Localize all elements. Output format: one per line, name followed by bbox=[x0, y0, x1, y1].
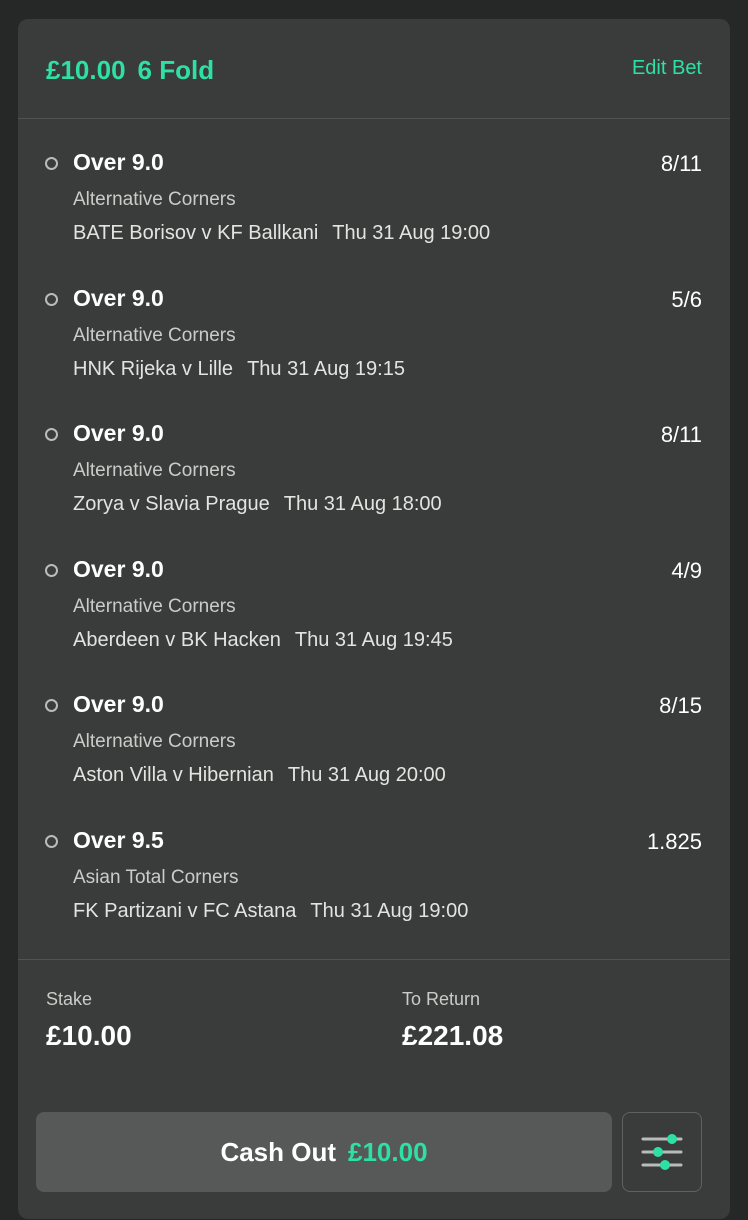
selection-list: Over 9.0 8/11 Alternative Corners BATE B… bbox=[18, 119, 730, 932]
bet-type: 6 Fold bbox=[137, 55, 215, 85]
selection-name: Over 9.0 bbox=[73, 284, 164, 311]
cash-out-button[interactable]: Cash Out £10.00 bbox=[36, 1112, 612, 1192]
selection-name: Over 9.5 bbox=[73, 826, 164, 853]
selection-event: FK Partizani v FC Astana Thu 31 Aug 19:00 bbox=[73, 900, 468, 923]
cash-out-label: Cash Out bbox=[220, 1136, 337, 1167]
selection-event: HNK Rijeka v Lille Thu 31 Aug 19:15 bbox=[73, 358, 405, 381]
selection-item: Over 9.0 8/11 Alternative Corners Zorya … bbox=[18, 390, 730, 526]
bet-stake-amount: £10.00 bbox=[46, 55, 126, 85]
selection-event: Aston Villa v Hibernian Thu 31 Aug 20:00 bbox=[73, 764, 446, 787]
selection-odds: 4/9 bbox=[671, 557, 702, 583]
edit-bet-link[interactable]: Edit Bet bbox=[632, 57, 702, 80]
selection-status-icon bbox=[45, 428, 58, 441]
selection-odds: 5/6 bbox=[671, 286, 702, 312]
bet-summary: Stake £10.00 To Return £221.08 Cash Out £… bbox=[18, 959, 730, 1220]
selection-item: Over 9.0 4/9 Alternative Corners Aberdee… bbox=[18, 526, 730, 662]
event-teams: FK Partizani v FC Astana bbox=[73, 899, 297, 922]
return-label: To Return bbox=[402, 989, 481, 1009]
selection-item: Over 9.0 8/11 Alternative Corners BATE B… bbox=[18, 119, 730, 255]
stake-value: £10.00 bbox=[46, 1020, 132, 1051]
event-teams: Aberdeen v BK Hacken bbox=[73, 628, 281, 651]
sliders-icon bbox=[641, 1134, 683, 1170]
bet-title: £10.00 6 Fold bbox=[46, 55, 214, 86]
selection-market: Alternative Corners bbox=[73, 324, 236, 346]
bet-card: £10.00 6 Fold Edit Bet Over 9.0 8/11 Alte… bbox=[18, 19, 730, 1219]
selection-status-icon bbox=[45, 699, 58, 712]
selection-name: Over 9.0 bbox=[73, 555, 164, 582]
selection-status-icon bbox=[45, 834, 58, 848]
cash-out-settings-button[interactable] bbox=[622, 1112, 702, 1192]
event-teams: HNK Rijeka v Lille bbox=[73, 357, 234, 380]
selection-event: Zorya v Slavia Prague Thu 31 Aug 18:00 bbox=[73, 493, 442, 516]
selection-market: Alternative Corners bbox=[73, 460, 236, 481]
selection-odds: 8/11 bbox=[660, 151, 702, 176]
selection-status-icon bbox=[45, 157, 58, 170]
cash-out-amount: £10.00 bbox=[348, 1136, 428, 1167]
selection-event: Aberdeen v BK Hacken Thu 31 Aug 19:45 bbox=[73, 629, 453, 652]
selection-event: BATE Borisov v KF Ballkani Thu 31 Aug 19:… bbox=[73, 222, 490, 245]
selection-market: Asian Total Corners bbox=[73, 866, 239, 888]
selection-item: Over 9.5 1.825 Asian Total Corners FK Pa… bbox=[18, 797, 730, 933]
event-time: Thu 31 Aug 18:00 bbox=[283, 493, 442, 515]
selection-market: Alternative Corners bbox=[73, 595, 236, 617]
event-teams: Zorya v Slavia Prague bbox=[73, 493, 270, 515]
event-time: Thu 31 Aug 20:00 bbox=[287, 764, 446, 786]
bet-header: £10.00 6 Fold Edit Bet bbox=[18, 19, 730, 119]
stake-label: Stake bbox=[46, 989, 93, 1009]
selection-item: Over 9.0 8/15 Alternative Corners Aston … bbox=[18, 661, 730, 797]
selection-market: Alternative Corners bbox=[73, 731, 236, 752]
selection-status-icon bbox=[45, 292, 58, 306]
event-time: Thu 31 Aug 19:15 bbox=[247, 357, 405, 380]
return-value: £221.08 bbox=[402, 1020, 504, 1051]
selection-name: Over 9.0 bbox=[73, 149, 164, 175]
event-time: Thu 31 Aug 19:00 bbox=[310, 899, 469, 922]
event-time: Thu 31 Aug 19:45 bbox=[294, 628, 453, 651]
event-time: Thu 31 Aug 19:00 bbox=[332, 222, 491, 244]
selection-name: Over 9.0 bbox=[73, 420, 164, 446]
event-teams: BATE Borisov v KF Ballkani bbox=[73, 222, 319, 244]
selection-status-icon bbox=[45, 563, 58, 577]
selection-odds: 1.825 bbox=[646, 828, 702, 854]
selection-market: Alternative Corners bbox=[73, 189, 236, 210]
event-teams: Aston Villa v Hibernian bbox=[73, 764, 274, 786]
selection-odds: 8/15 bbox=[659, 693, 702, 718]
selection-item: Over 9.0 5/6 Alternative Corners HNK Rij… bbox=[18, 255, 730, 391]
selection-odds: 8/11 bbox=[660, 422, 702, 447]
selection-name: Over 9.0 bbox=[73, 691, 164, 717]
